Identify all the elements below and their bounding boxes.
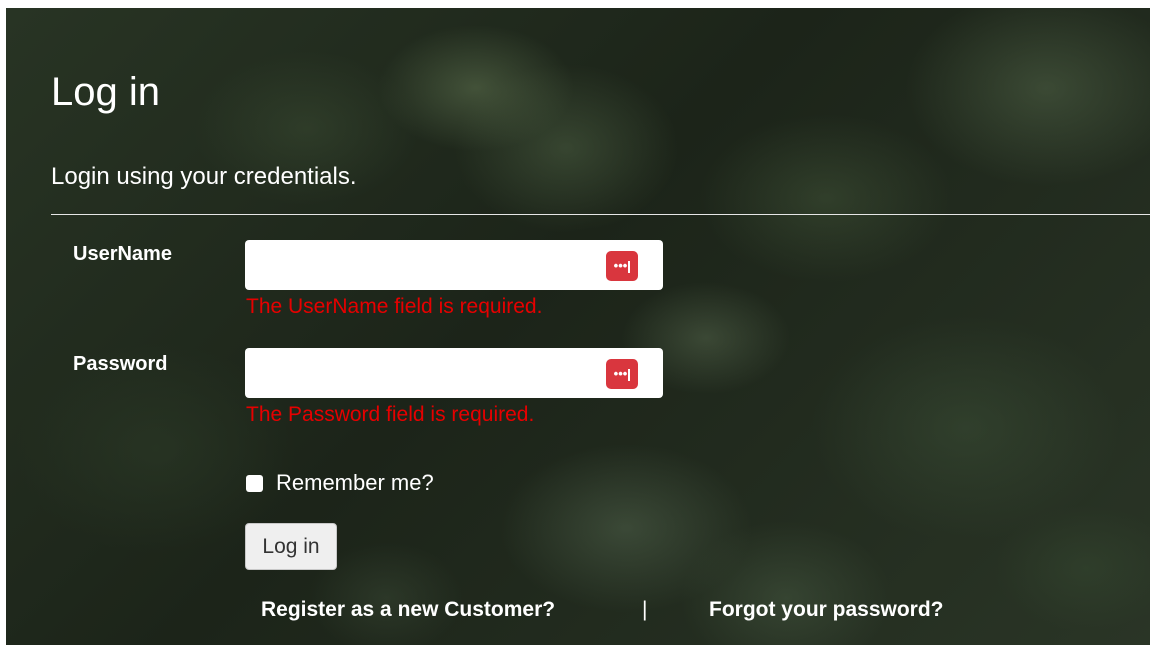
username-label: UserName [73,243,172,265]
divider [51,214,1150,215]
remember-me-checkbox[interactable] [246,474,263,492]
login-page: Log in Login using your credentials. Use… [6,8,1150,645]
remember-me[interactable]: Remember me? [246,470,434,496]
page-title: Log in [51,70,160,114]
username-error: The UserName field is required. [246,295,543,318]
register-link[interactable]: Register as a new Customer? [261,598,555,622]
password-manager-icon[interactable]: ••• [606,359,638,389]
password-manager-icon[interactable]: ••• [606,251,638,281]
password-label: Password [73,353,168,375]
username-input[interactable] [245,240,663,290]
page-subtitle: Login using your credentials. [51,163,357,190]
password-error: The Password field is required. [246,403,535,426]
password-input[interactable] [245,348,663,398]
forgot-password-link[interactable]: Forgot your password? [709,598,944,622]
remember-me-label[interactable]: Remember me? [276,470,434,496]
login-button[interactable]: Log in [245,523,337,570]
link-separator: | [642,598,648,621]
